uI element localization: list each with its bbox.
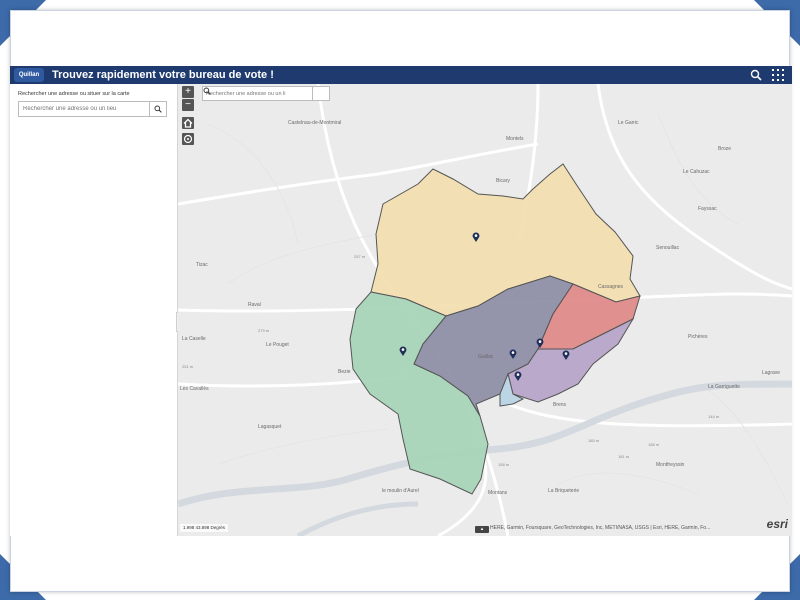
map-search-box (202, 86, 330, 101)
locate-icon (183, 134, 193, 144)
map-attribution: HERE, Garmin, Foursquare, GeoTechnologie… (490, 525, 711, 531)
map-label: La Briqueterie (548, 488, 580, 494)
river-branch (296, 501, 419, 536)
map-label: La Garriguette (708, 384, 740, 390)
map-label: Brens (553, 402, 567, 408)
map-label: Cassagnes (598, 284, 624, 290)
elevation-label: 257 m (354, 254, 366, 259)
grid-icon[interactable] (772, 69, 784, 81)
polling-station-pin[interactable] (514, 371, 522, 381)
esri-logo: esri (766, 517, 788, 531)
web-map-app: Quillan Trouvez rapidement votre bureau … (10, 66, 792, 536)
elevation-label: 181 m (618, 454, 630, 459)
elevation-label: 185 m (588, 438, 600, 443)
map-label: Montels (506, 136, 524, 142)
app-header: Quillan Trouvez rapidement votre bureau … (10, 66, 792, 84)
map-search-input[interactable] (203, 88, 313, 99)
elevation-label: 158 m (648, 442, 660, 447)
elevation-label: 251 m (182, 364, 194, 369)
map-search-button[interactable] (203, 87, 329, 100)
home-icon (183, 118, 193, 128)
map-label: Lagrave (762, 370, 781, 376)
search-icon (154, 105, 162, 113)
map-label: Montans (488, 490, 508, 496)
map-label: Fayssac (698, 206, 717, 212)
map-label: Les Cavallès (180, 386, 209, 392)
home-button[interactable] (182, 117, 194, 129)
map-label: La Caselle (182, 336, 206, 342)
locate-button[interactable] (182, 133, 194, 145)
zoom-in-button[interactable]: + (182, 86, 194, 98)
app-logo: Quillan (14, 68, 44, 82)
map-label: Le Pouget (266, 342, 289, 348)
map-label: le moulin d'Aurel (382, 488, 419, 494)
map-label: Broze (718, 146, 732, 152)
panel-results-area (10, 124, 177, 534)
voting-districts (349, 163, 641, 495)
polling-station-pin[interactable] (536, 338, 544, 348)
elevation-label: 279 m (258, 328, 270, 333)
panel-search-label: Rechercher une adresse ou situer sur la … (18, 91, 130, 97)
map-canvas (178, 84, 792, 536)
coordinate-readout: 1.998 43.898 Degrés (180, 524, 229, 532)
panel-search-box (18, 101, 167, 117)
map-label: Senouillac (656, 245, 680, 251)
map-label: Le Garric (618, 120, 639, 126)
map-view[interactable]: Castelnau-de-Montmiral Montels Le Garric… (178, 84, 792, 536)
map-label: Bezie (338, 369, 351, 375)
map-label: Raval (248, 302, 261, 308)
map-label: Le Cahuzac (683, 169, 710, 175)
polling-station-pin[interactable] (399, 346, 407, 356)
polling-station-pin[interactable] (509, 349, 517, 359)
elevation-label: 144 m (708, 414, 720, 419)
search-icon (203, 87, 211, 95)
app-title: Trouvez rapidement votre bureau de vote … (52, 69, 274, 81)
map-label: Pichères (688, 334, 708, 340)
search-icon[interactable] (750, 69, 762, 81)
map-label: Castelnau-de-Montmiral (288, 120, 342, 126)
panel-search-input[interactable] (19, 103, 150, 115)
zoom-out-button[interactable]: − (182, 99, 194, 111)
map-label: Montfreyssin (656, 462, 685, 468)
elevation-label: 158 m (498, 462, 510, 467)
map-label: Tizac (196, 262, 208, 268)
map-label: Gaillac (478, 354, 494, 360)
panel-search-button[interactable] (149, 102, 166, 116)
map-label: Lagasquet (258, 424, 282, 430)
polling-station-pin[interactable] (562, 350, 570, 360)
attribution-toggle[interactable]: ▴ (475, 526, 489, 533)
polling-station-pin[interactable] (472, 232, 480, 242)
map-label: Bicary (496, 178, 510, 184)
side-panel: Rechercher une adresse ou situer sur la … (10, 84, 178, 536)
